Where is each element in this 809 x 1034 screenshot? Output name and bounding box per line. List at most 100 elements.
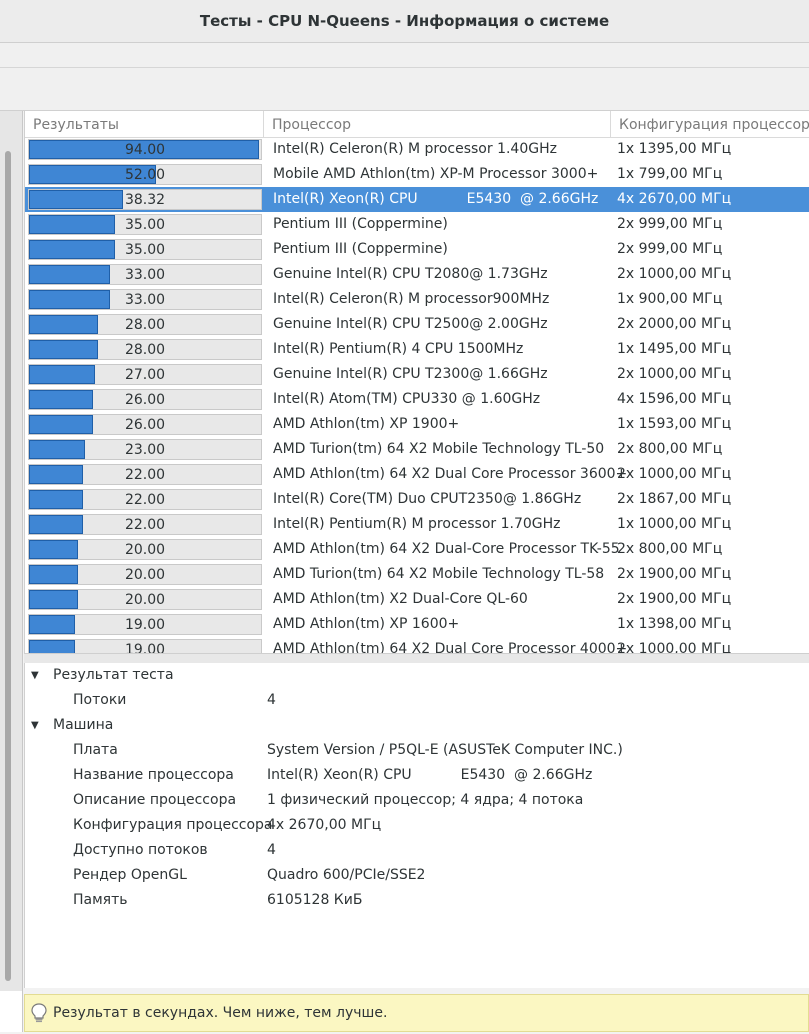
tree-item-value: Intel(R) Xeon(R) CPU E5430 @ 2.66GHz	[267, 767, 593, 783]
result-progress-bar: 20.00	[28, 539, 262, 560]
processor-config: 2x 800,00 МГц	[617, 441, 723, 457]
processor-name: Intel(R) Xeon(R) CPU E5430 @ 2.66GHz	[273, 191, 599, 207]
tree-group-label: Машина	[53, 717, 114, 733]
table-row[interactable]: 19.00 AMD Athlon(tm) 64 X2 Dual Core Proc…	[25, 637, 809, 653]
processor-name: Intel(R) Pentium(R) 4 CPU 1500MHz	[273, 341, 524, 357]
processor-name: AMD Athlon(tm) 64 X2 Dual Core Processor…	[273, 466, 628, 482]
result-value: 22.00	[124, 467, 166, 483]
processor-config: 2x 999,00 МГц	[617, 241, 723, 257]
processor-name: Intel(R) Atom(TM) CPU330 @ 1.60GHz	[273, 391, 541, 407]
table-row[interactable]: 19.00 AMD Athlon(tm) XP 1600+ 1x 1398,00 М…	[25, 612, 809, 637]
column-header-config[interactable]: Конфигурация процессора	[611, 111, 809, 137]
table-row[interactable]: 33.00 Intel(R) Celeron(R) M processor900M…	[25, 287, 809, 312]
table-row[interactable]: 26.00 AMD Athlon(tm) XP 1900+ 1x 1593,00 М…	[25, 412, 809, 437]
table-row[interactable]: 20.00 AMD Athlon(tm) 64 X2 Dual-Core Proc…	[25, 537, 809, 562]
tree-group-label: Результат теста	[53, 667, 174, 683]
table-row[interactable]: 22.00 AMD Athlon(tm) 64 X2 Dual Core Proc…	[25, 462, 809, 487]
result-value: 22.00	[124, 517, 166, 533]
processor-config: 4x 1596,00 МГц	[617, 391, 732, 407]
table-row[interactable]: 22.00 Intel(R) Pentium(R) M processor 1.7…	[25, 512, 809, 537]
column-header-processor[interactable]: Процессор	[264, 111, 611, 137]
tree-group-row[interactable]: ▼ Результат теста	[25, 663, 809, 688]
result-progress-bar: 26.00	[28, 414, 262, 435]
result-value: 33.00	[124, 292, 166, 308]
result-value: 19.00	[124, 642, 166, 653]
tree-item-row[interactable]: Конфигурация процессора 4x 2670,00 МГц	[25, 813, 809, 838]
result-value: 28.00	[124, 342, 166, 358]
processor-name: AMD Turion(tm) 64 X2 Mobile Technology T…	[273, 566, 605, 582]
processor-config: 1x 900,00 МГц	[617, 291, 723, 307]
processor-name: Genuine Intel(R) CPU T2080@ 1.73GHz	[273, 266, 548, 282]
result-value: 38.32	[124, 192, 166, 208]
table-row[interactable]: 28.00 Intel(R) Pentium(R) 4 CPU 1500MHz 1x…	[25, 337, 809, 362]
processor-config: 2x 1000,00 МГц	[617, 466, 732, 482]
tree-item-value: 4x 2670,00 МГц	[267, 817, 382, 833]
table-row[interactable]: 52.00 Mobile AMD Athlon(tm) XP-M Processo…	[25, 162, 809, 187]
processor-config: 1x 1395,00 МГц	[617, 141, 732, 157]
sidebar-bottom-area	[0, 991, 22, 1032]
processor-config: 1x 1398,00 МГц	[617, 616, 732, 632]
table-row[interactable]: 94.00 Intel(R) Celeron(R) M processor 1.4…	[25, 137, 809, 162]
tree-group-row[interactable]: ▼ Машина	[25, 713, 809, 738]
processor-config: 2x 1000,00 МГц	[617, 641, 732, 653]
tree-item-row[interactable]: Название процессора Intel(R) Xeon(R) CPU …	[25, 763, 809, 788]
expander-arrow-icon[interactable]: ▼	[31, 663, 39, 688]
result-value: 19.00	[124, 617, 166, 633]
window-titlebar[interactable]: Тесты - CPU N-Queens - Информация о сист…	[0, 0, 809, 43]
tree-item-value: 4	[267, 842, 276, 858]
sidebar-scrollbar[interactable]	[5, 151, 11, 981]
result-progress-bar: 94.00	[28, 139, 262, 160]
result-progress-bar: 27.00	[28, 364, 262, 385]
processor-name: AMD Athlon(tm) 64 X2 Dual Core Processor…	[273, 641, 628, 653]
result-progress-bar: 33.00	[28, 264, 262, 285]
result-value: 22.00	[124, 492, 166, 508]
processor-config: 2x 1900,00 МГц	[617, 566, 732, 582]
tree-item-row[interactable]: Доступно потоков 4	[25, 838, 809, 863]
table-row[interactable]: 22.00 Intel(R) Core(TM) Duo CPUT2350@ 1.8…	[25, 487, 809, 512]
expander-arrow-icon[interactable]: ▼	[31, 713, 39, 738]
table-row[interactable]: 33.00 Genuine Intel(R) CPU T2080@ 1.73GHz…	[25, 262, 809, 287]
tree-item-row[interactable]: Память 6105128 КиБ	[25, 888, 809, 913]
result-progress-bar: 23.00	[28, 439, 262, 460]
result-progress-bar: 35.00	[28, 239, 262, 260]
tree-item-row[interactable]: Потоки 4	[25, 688, 809, 713]
processor-config: 1x 1593,00 МГц	[617, 416, 732, 432]
tree-item-key: Конфигурация процессора	[73, 817, 273, 833]
info-bar: Результат в секундах. Чем ниже, тем лучш…	[24, 994, 809, 1032]
tree-item-row[interactable]: Описание процессора 1 физический процессо…	[25, 788, 809, 813]
result-value: 94.00	[124, 142, 166, 158]
tree-item-row[interactable]: Рендер OpenGL Quadro 600/PCIe/SSE2	[25, 863, 809, 888]
table-row[interactable]: 27.00 Genuine Intel(R) CPU T2300@ 1.66GHz…	[25, 362, 809, 387]
table-row[interactable]: 35.00 Pentium III (Coppermine) 2x 999,00 М…	[25, 212, 809, 237]
result-value: 35.00	[124, 242, 166, 258]
tree-item-key: Название процессора	[73, 767, 234, 783]
result-progress-bar: 28.00	[28, 339, 262, 360]
result-value: 26.00	[124, 392, 166, 408]
toolbar	[0, 68, 809, 111]
results-table[interactable]: Результаты Процессор Конфигурация процес…	[24, 111, 809, 653]
table-row[interactable]: 26.00 Intel(R) Atom(TM) CPU330 @ 1.60GHz 4…	[25, 387, 809, 412]
result-progress-bar: 19.00	[28, 639, 262, 653]
tree-item-key: Плата	[73, 742, 118, 758]
table-row[interactable]: 20.00 AMD Turion(tm) 64 X2 Mobile Technol…	[25, 562, 809, 587]
tree-item-value: Quadro 600/PCIe/SSE2	[267, 867, 426, 883]
column-header-results[interactable]: Результаты	[25, 111, 264, 137]
result-value: 26.00	[124, 417, 166, 433]
table-row[interactable]: 38.32 Intel(R) Xeon(R) CPU E5430 @ 2.66GH…	[25, 187, 809, 212]
processor-name: AMD Athlon(tm) 64 X2 Dual-Core Processor…	[273, 541, 620, 557]
tree-item-row[interactable]: Плата System Version / P5QL-E (ASUSTeK Co…	[25, 738, 809, 763]
details-tree[interactable]: ▼ Результат теста Потоки 4 ▼ Машина Плата Syste…	[24, 663, 809, 988]
processor-name: Pentium III (Coppermine)	[273, 216, 448, 232]
tree-item-key: Описание процессора	[73, 792, 237, 808]
result-value: 52.00	[124, 167, 166, 183]
processor-config: 2x 2000,00 МГц	[617, 316, 732, 332]
result-value: 20.00	[124, 567, 166, 583]
table-row[interactable]: 28.00 Genuine Intel(R) CPU T2500@ 2.00GHz…	[25, 312, 809, 337]
processor-name: AMD Athlon(tm) X2 Dual-Core QL-60	[273, 591, 528, 607]
table-row[interactable]: 35.00 Pentium III (Coppermine) 2x 999,00 М…	[25, 237, 809, 262]
tree-item-value: 4	[267, 692, 276, 708]
table-row[interactable]: 23.00 AMD Turion(tm) 64 X2 Mobile Technol…	[25, 437, 809, 462]
table-row[interactable]: 20.00 AMD Athlon(tm) X2 Dual-Core QL-60 2x…	[25, 587, 809, 612]
sidebar-tree[interactable]	[0, 111, 23, 1032]
tree-item-value: 1 физический процессор; 4 ядра; 4 потока	[267, 792, 584, 808]
